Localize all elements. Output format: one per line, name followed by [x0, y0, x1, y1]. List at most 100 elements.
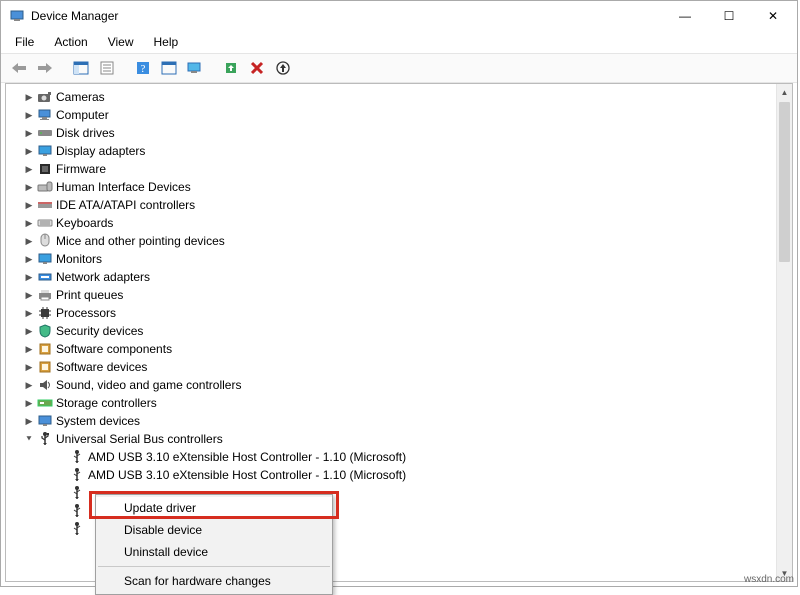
update-driver-icon — [224, 61, 238, 75]
device-manager-window: Device Manager — ☐ ✕ File Action View He… — [0, 0, 798, 587]
chevron-right-icon: ▶ — [22, 162, 36, 176]
chevron-right-icon: ▶ — [22, 288, 36, 302]
toolbar-button-5[interactable] — [157, 57, 181, 79]
ctx-update-driver[interactable]: Update driver — [96, 497, 332, 519]
tree-item[interactable]: ▶ Security devices — [8, 322, 774, 340]
scan-hardware-button[interactable] — [183, 57, 207, 79]
app-icon — [9, 8, 25, 24]
tree-subitem[interactable]: ▶AMD USB 3.10 eXtensible Host Controller… — [8, 448, 774, 466]
menubar: File Action View Help — [1, 31, 797, 53]
scroll-thumb[interactable] — [779, 102, 790, 262]
forward-button[interactable] — [33, 57, 57, 79]
ctx-disable-device[interactable]: Disable device — [96, 519, 332, 541]
mouse-icon — [36, 233, 54, 249]
usb-plug-icon — [68, 521, 86, 537]
tree-item[interactable]: ▶ System devices — [8, 412, 774, 430]
disable-icon — [276, 61, 290, 75]
keyboard-icon — [36, 215, 54, 231]
tree-item-label: System devices — [56, 414, 140, 428]
tree-item[interactable]: ▶IDE ATA/ATAPI controllers — [8, 196, 774, 214]
tree-item[interactable]: ▶ Storage controllers — [8, 394, 774, 412]
properties-button[interactable] — [95, 57, 119, 79]
help-button[interactable]: ? — [131, 57, 155, 79]
tree-item[interactable]: ▶Display adapters — [8, 142, 774, 160]
tree-item-label: Sound, video and game controllers — [56, 378, 241, 392]
show-hide-tree-button[interactable] — [69, 57, 93, 79]
tree-item-label: Firmware — [56, 162, 106, 176]
chevron-right-icon: ▶ — [22, 90, 36, 104]
firmware-icon — [36, 161, 54, 177]
back-button[interactable] — [7, 57, 31, 79]
menu-file[interactable]: File — [7, 33, 42, 51]
chevron-right-icon: ▶ — [22, 342, 36, 356]
tree-item-label: Keyboards — [56, 216, 113, 230]
tree-item-label: Display adapters — [56, 144, 145, 158]
tree-item[interactable]: ▶ Cameras — [8, 88, 774, 106]
ide-icon — [36, 197, 54, 213]
tree-item-usb[interactable]: ⯆Universal Serial Bus controllers — [8, 430, 774, 448]
tree-item-label: Cameras — [56, 90, 105, 104]
chevron-right-icon: ▶ — [22, 126, 36, 140]
chevron-right-icon: ▶ — [22, 108, 36, 122]
tree-item[interactable]: ▶Sound, video and game controllers — [8, 376, 774, 394]
tree-item-label: Storage controllers — [56, 396, 157, 410]
properties-icon — [100, 61, 114, 75]
chevron-right-icon: ▶ — [22, 306, 36, 320]
minimize-button[interactable]: — — [663, 1, 707, 31]
software-icon — [36, 359, 54, 375]
tree-item[interactable]: ▶ Processors — [8, 304, 774, 322]
tree-item[interactable]: ▶Monitors — [8, 250, 774, 268]
menu-view[interactable]: View — [100, 33, 142, 51]
tree-item[interactable]: ▶Computer — [8, 106, 774, 124]
tree-item-label: Software devices — [56, 360, 147, 374]
watermark: wsxdn.com — [744, 574, 794, 585]
maximize-button[interactable]: ☐ — [707, 1, 751, 31]
printer-icon — [36, 287, 54, 303]
svg-text:?: ? — [141, 63, 146, 75]
tree-item[interactable]: ▶Network adapters — [8, 268, 774, 286]
usb-icon — [36, 431, 54, 447]
system-icon — [36, 413, 54, 429]
disk-icon — [36, 125, 54, 141]
panel2-icon — [161, 61, 177, 75]
tree-item[interactable]: ▶ Firmware — [8, 160, 774, 178]
menu-action[interactable]: Action — [46, 33, 95, 51]
disable-driver-button[interactable] — [271, 57, 295, 79]
tree-item[interactable]: ▶ Software devices — [8, 358, 774, 376]
tree-item[interactable]: ▶ Disk drives — [8, 124, 774, 142]
titlebar[interactable]: Device Manager — ☐ ✕ — [1, 1, 797, 31]
storage-icon — [36, 395, 54, 411]
tree-subitem[interactable]: ▶AMD USB 3.10 eXtensible Host Controller… — [8, 466, 774, 484]
tree-item[interactable]: ▶Print queues — [8, 286, 774, 304]
tree-item-label: Processors — [56, 306, 116, 320]
scroll-up-icon[interactable]: ▲ — [777, 84, 792, 100]
tree-item-label: AMD USB 3.10 eXtensible Host Controller … — [88, 468, 406, 482]
scroll-track[interactable] — [777, 100, 792, 565]
chevron-right-icon: ▶ — [22, 414, 36, 428]
usb-plug-icon — [68, 485, 86, 501]
tree-item[interactable]: ▶Human Interface Devices — [8, 178, 774, 196]
menu-help[interactable]: Help — [146, 33, 187, 51]
toolbar: ? — [1, 53, 797, 83]
ctx-uninstall-device[interactable]: Uninstall device — [96, 541, 332, 563]
chevron-right-icon: ▶ — [22, 396, 36, 410]
hid-icon — [36, 179, 54, 195]
tree-item-label: Human Interface Devices — [56, 180, 191, 194]
close-button[interactable]: ✕ — [751, 1, 795, 31]
uninstall-button[interactable] — [245, 57, 269, 79]
tree-item-label: Software components — [56, 342, 172, 356]
vertical-scrollbar[interactable]: ▲ ▼ — [776, 84, 792, 581]
update-driver-button[interactable] — [219, 57, 243, 79]
chevron-right-icon: ▶ — [22, 360, 36, 374]
tree-item[interactable]: ▶Mice and other pointing devices — [8, 232, 774, 250]
tree-item[interactable]: ▶ Software components — [8, 340, 774, 358]
forward-icon — [37, 62, 53, 74]
chevron-right-icon: ▶ — [22, 270, 36, 284]
tree-item-label: Universal Serial Bus controllers — [56, 432, 223, 446]
tree-item-label: Security devices — [56, 324, 143, 338]
context-menu: Update driver Disable device Uninstall d… — [95, 494, 333, 595]
window-title: Device Manager — [31, 9, 118, 23]
tree-item[interactable]: ▶Keyboards — [8, 214, 774, 232]
chevron-right-icon: ▶ — [22, 324, 36, 338]
tree-item-label: Disk drives — [56, 126, 115, 140]
